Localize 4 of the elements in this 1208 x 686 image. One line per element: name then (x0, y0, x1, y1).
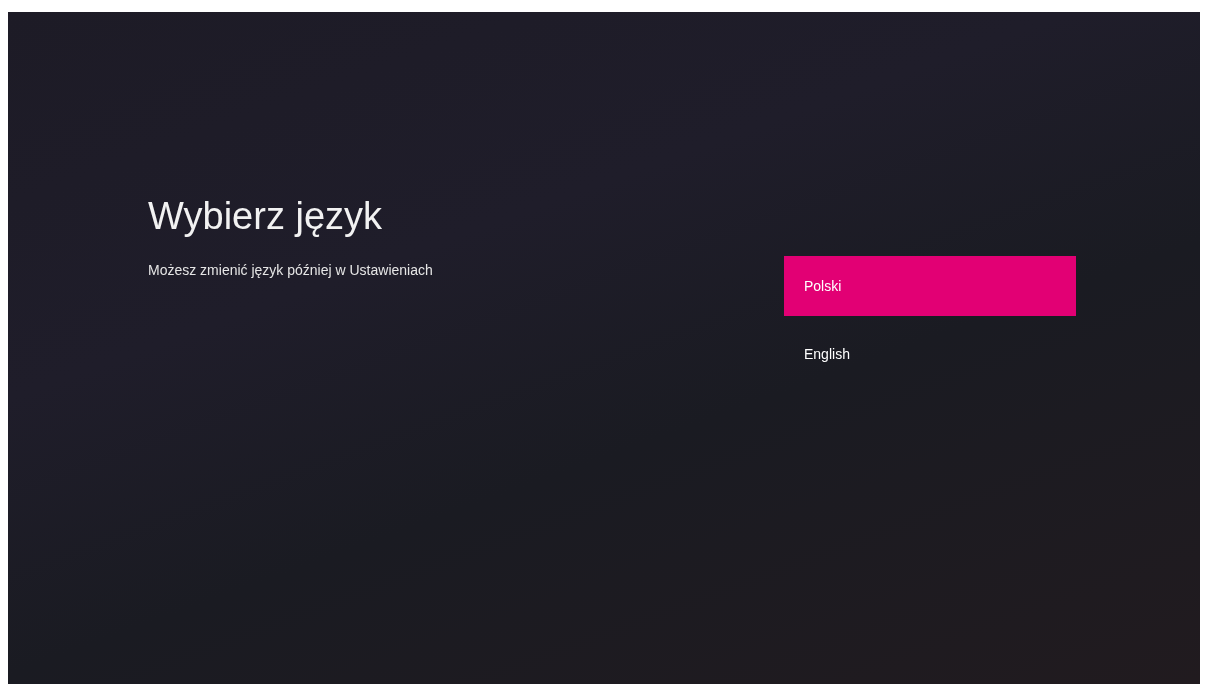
screen-subtitle: Możesz zmienić język później w Ustawieniach (148, 261, 434, 278)
language-option[interactable]: Polski (784, 256, 1076, 316)
screen-title: Wybierz język (148, 194, 384, 239)
language-option[interactable]: English (784, 324, 1076, 384)
